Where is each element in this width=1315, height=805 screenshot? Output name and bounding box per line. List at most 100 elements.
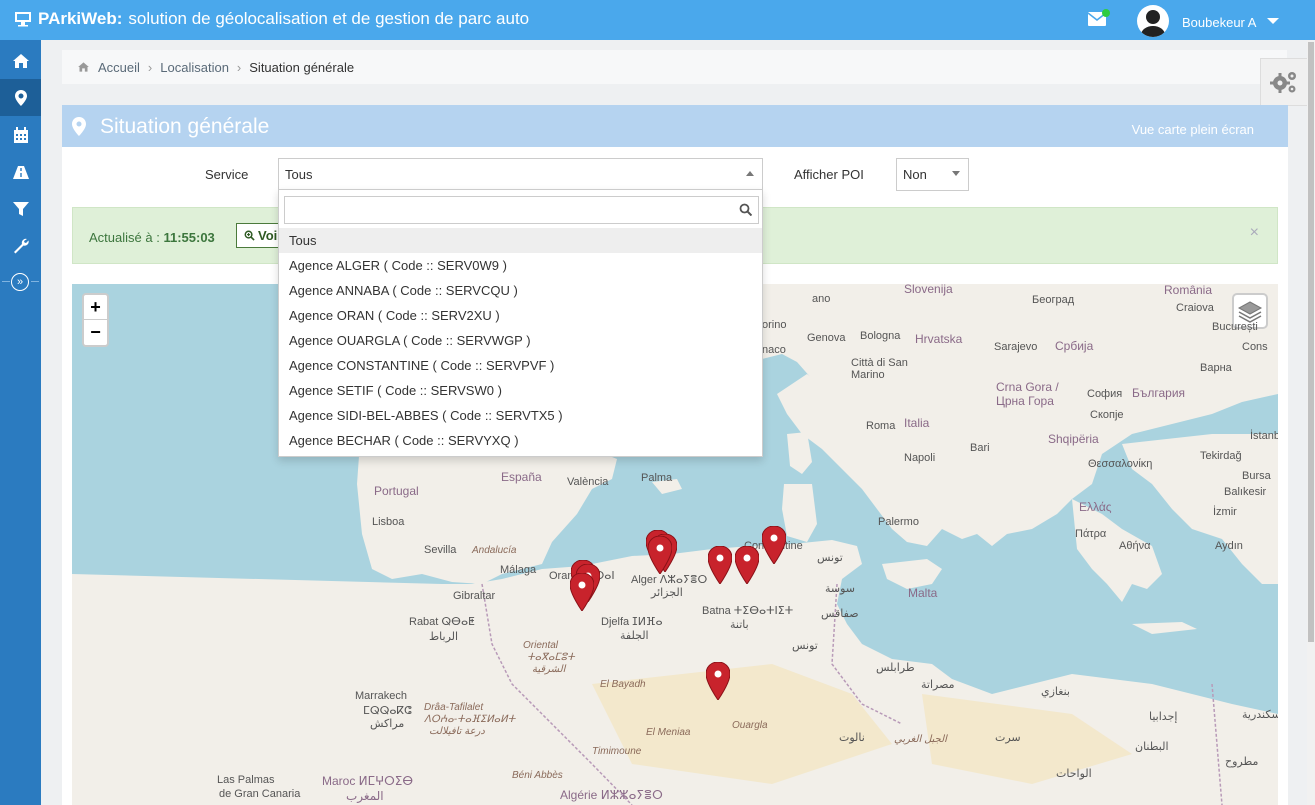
fullscreen-map-link[interactable]: Vue carte plein écran [1132,122,1254,137]
dropdown-search-input[interactable] [284,196,759,224]
map-label: Πάτρα [1075,528,1107,540]
breadcrumb-separator: › [236,59,242,75]
map-label: El Meniaa [646,727,691,738]
gears-icon [1270,72,1296,93]
map-label: إجدابيا [1149,711,1178,723]
calendar-icon[interactable] [0,116,41,153]
mail-icon[interactable] [1087,9,1110,26]
map-label: الجزائر [651,587,683,599]
map-label: درعة تافيلالت [429,726,485,737]
sidebar-divider [31,281,39,282]
map-label: ⴷⵔⵄⴰ-ⵜⴰⴼⵉⵍⴰⵍⵜ [424,714,516,725]
map-label: Aydın [1215,540,1243,552]
map-label: Balıkesir [1224,486,1267,498]
poi-label: Afficher POI [794,167,864,182]
settings-button[interactable] [1260,58,1308,106]
service-select[interactable]: Tous [278,158,763,190]
map-label: Lisboa [372,516,405,528]
zoom-in-button[interactable]: + [84,295,107,320]
vehicle-marker[interactable] [648,536,672,574]
map-label: Genova [807,332,846,344]
map-label: مراكش [370,718,405,730]
monitor-icon [15,12,31,27]
map-label: مصراتة [921,679,955,691]
vehicle-marker[interactable] [762,526,786,564]
breadcrumb-localisation[interactable]: Localisation [160,60,229,75]
map-label: България [1132,386,1186,400]
vehicle-marker[interactable] [570,573,594,611]
filter-icon[interactable] [0,190,41,227]
map-label: España [501,470,542,484]
poi-select-value: Non [903,167,927,182]
panel-header: Situation générale Vue carte plein écran [62,105,1288,147]
map-label: Shqipëria [1048,432,1099,446]
map-label: Αθήνα [1119,540,1151,552]
map-label: Craiova [1176,302,1214,314]
close-icon[interactable]: × [1250,224,1259,242]
map-label: سرت [995,732,1021,744]
map-label: Ouargla [732,720,768,731]
page-scrollbar[interactable] [1307,40,1315,805]
top-navbar: PArkiWeb: solution de géolocalisation et… [0,0,1315,40]
search-icon [739,203,752,216]
map-label: València [567,476,609,488]
map-label: Oriental [523,640,559,651]
user-name[interactable]: Boubekeur A [1182,15,1256,30]
dropdown-option[interactable]: Agence SETIF ( Code :: SERVSW0 ) [279,378,762,403]
vehicle-marker[interactable] [706,662,730,700]
collapse-icon[interactable]: » [11,273,29,291]
map-label: de Gran Canaria [219,788,301,800]
user-avatar-icon[interactable] [1137,5,1169,37]
dropdown-option[interactable]: Agence ORAN ( Code :: SERV2XU ) [279,303,762,328]
map-label: Београд [1032,294,1075,306]
dropdown-option[interactable]: Agence OUARGLA ( Code :: SERVWGP ) [279,328,762,353]
dropdown-option[interactable]: Agence ANNABA ( Code :: SERVCQU ) [279,278,762,303]
dropdown-option[interactable]: Agence SIDI-BEL-ABBES ( Code :: SERVTX5 … [279,403,762,428]
service-dropdown: Tous Agence ALGER ( Code :: SERV0W9 ) Ag… [278,189,763,457]
map-label: Marrakech [355,690,407,702]
map-label: Maroc ⵍⵎⵖⵔⵉⴱ [322,774,414,788]
brand[interactable]: PArkiWeb: solution de géolocalisation et… [14,9,529,29]
wrench-icon[interactable] [0,227,41,264]
home-icon[interactable] [0,42,41,79]
caret-down-icon[interactable] [1267,18,1279,24]
scrollbar-thumb[interactable] [1308,42,1314,642]
breadcrumb: Accueil › Localisation › Situation génér… [62,50,1287,84]
map-label: București [1212,321,1258,333]
refresh-time: 11:55:03 [163,230,215,245]
poi-select[interactable]: Non [896,158,969,191]
map-label: Malta [908,586,938,600]
dropdown-option[interactable]: Agence BECHAR ( Code :: SERVYXQ ) [279,428,762,453]
map-label: Andalucía [472,545,517,556]
map-label: Србија [1055,339,1094,353]
map-marker-icon[interactable] [0,79,41,116]
dropdown-options: Tous Agence ALGER ( Code :: SERV0W9 ) Ag… [279,228,762,453]
map-label: Crna Gora / Црна Гора [996,380,1059,408]
map-label: تونس [817,552,843,564]
zoom-icon [244,230,255,241]
map-label: Béni Abbès [512,770,563,781]
dropdown-option[interactable]: Tous [279,228,762,253]
map-label: Cons [1242,341,1268,353]
vehicle-marker[interactable] [735,546,759,584]
map-label: Sarajevo [994,341,1038,353]
map-label: Tekirdağ [1200,450,1242,462]
map-label: orino [762,319,787,331]
map-label: Palma [641,472,673,484]
map-label: Bari [970,442,990,454]
map-label: Rabat ⵕⴱⴰⵟ [409,616,475,628]
map-label: Batna ⵜⵉⴱⴰⵜⵏⵉⵜ [702,605,794,617]
map-label: Italia [904,416,930,430]
map-marker-icon [72,117,86,136]
map-label: نالوت [839,732,865,744]
map-label: المغرب [346,789,384,803]
zoom-out-button[interactable]: − [84,320,107,345]
service-label: Service [205,167,249,182]
dropdown-option[interactable]: Agence ALGER ( Code :: SERV0W9 ) [279,253,762,278]
brand-name: PArkiWeb: [38,9,123,28]
map-label: Скопје [1090,409,1124,421]
dropdown-option[interactable]: Agence CONSTANTINE ( Code :: SERVPVF ) [279,353,762,378]
vehicle-marker[interactable] [708,546,732,584]
road-icon[interactable] [0,153,41,190]
breadcrumb-accueil[interactable]: Accueil [98,60,140,75]
